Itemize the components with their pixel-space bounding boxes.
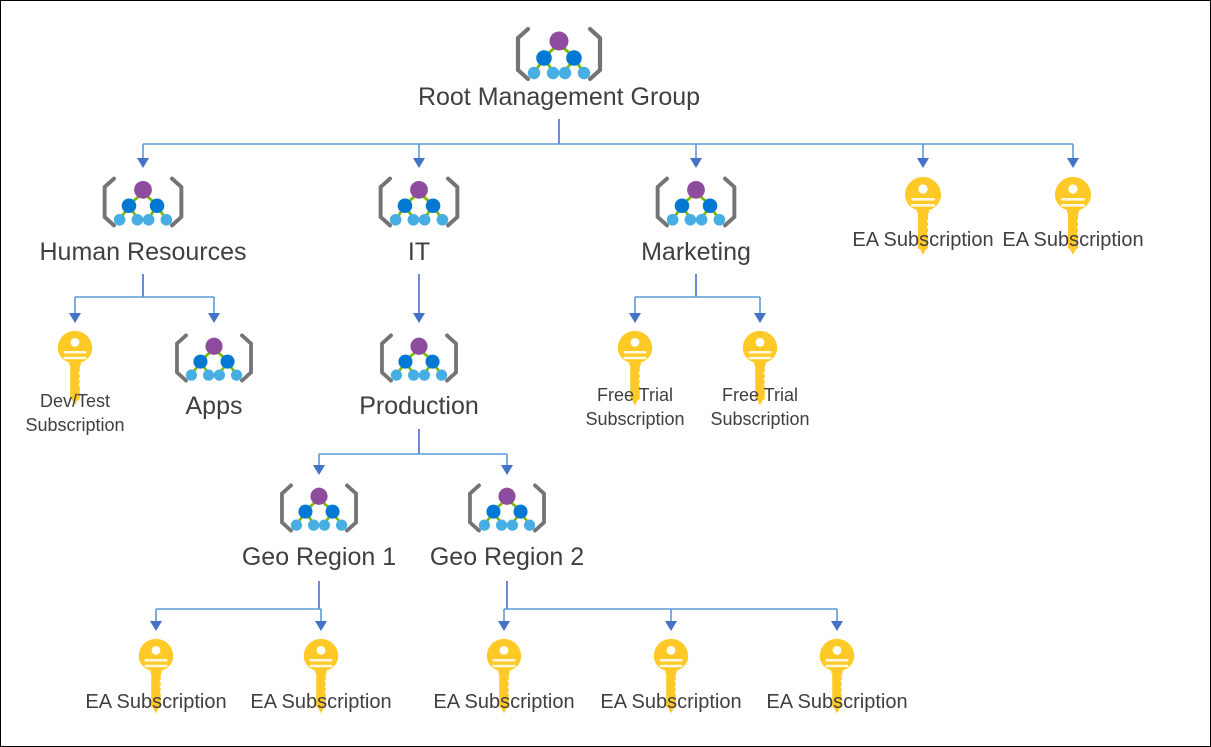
connector-arrowhead [315,621,327,631]
node-label-ea-sub-root-1: EA Subscription [852,229,993,251]
connector-arrowhead [413,158,425,168]
connector-arrowhead [917,158,929,168]
management-group-icon[interactable] [102,176,184,228]
node-label-it: IT [408,238,430,266]
connector-group-marketing-children [629,274,766,323]
connector-arrowhead [313,465,325,475]
node-icons [57,29,1091,714]
connector-arrowhead [150,621,162,631]
management-group-icon[interactable] [380,333,458,383]
management-group-icon[interactable] [655,176,737,228]
node-label-apps: Apps [186,392,243,420]
connector-group-geo2-children [498,581,843,631]
connector-arrowhead [754,313,766,323]
connector-group-root-children [137,119,1079,168]
connector-group-production-children [313,429,513,475]
diagram-canvas: Root Management Group Human Resources IT Ma… [0,0,1211,747]
node-label-root: Root Management Group [418,83,700,111]
node-label-ea-sub-geo2-2: EA Subscription [600,691,741,713]
connector-group-hr-children [69,274,220,323]
node-label-free-trial-sub-1: Free Trial Subscription [585,385,684,429]
hierarchy-svg: Root Management Group Human Resources IT Ma… [25,1,1144,714]
node-label-dev-test-sub: Dev/Test Subscription [25,391,124,435]
connector-group-geo1-children [150,581,327,631]
connector-arrowhead [208,313,220,323]
connector-arrowhead [498,621,510,631]
node-label-free-trial-sub-2: Free Trial Subscription [710,385,809,429]
management-group-icon[interactable] [468,483,546,533]
connector-arrowhead [665,621,677,631]
connector-arrowhead [413,313,425,323]
management-group-icon[interactable] [518,29,600,79]
node-label-production: Production [359,392,479,420]
connector-arrowhead [831,621,843,631]
node-label-human-resources: Human Resources [39,238,246,266]
node-label-geo-region-2: Geo Region 2 [430,543,584,571]
management-group-icon[interactable] [280,483,358,533]
node-label-marketing: Marketing [641,238,751,266]
node-label-ea-sub-geo1-2: EA Subscription [250,691,391,713]
connector-arrowhead [629,313,641,323]
connector-arrowhead [137,158,149,168]
node-label-ea-sub-geo1-1: EA Subscription [85,691,226,713]
node-label-ea-sub-geo2-3: EA Subscription [766,691,907,713]
node-labels: Root Management Group Human Resources IT Ma… [25,83,1143,713]
connector-group-it-children [413,274,425,323]
connector-arrowhead [1067,158,1079,168]
node-label-ea-sub-geo2-1: EA Subscription [433,691,574,713]
node-label-geo-region-1: Geo Region 1 [242,543,396,571]
management-group-icon[interactable] [378,176,460,228]
connector-arrowhead [501,465,513,475]
management-group-icon[interactable] [175,333,253,383]
node-label-ea-sub-root-2: EA Subscription [1002,229,1143,251]
connector-arrowhead [69,313,81,323]
connector-arrowhead [690,158,702,168]
